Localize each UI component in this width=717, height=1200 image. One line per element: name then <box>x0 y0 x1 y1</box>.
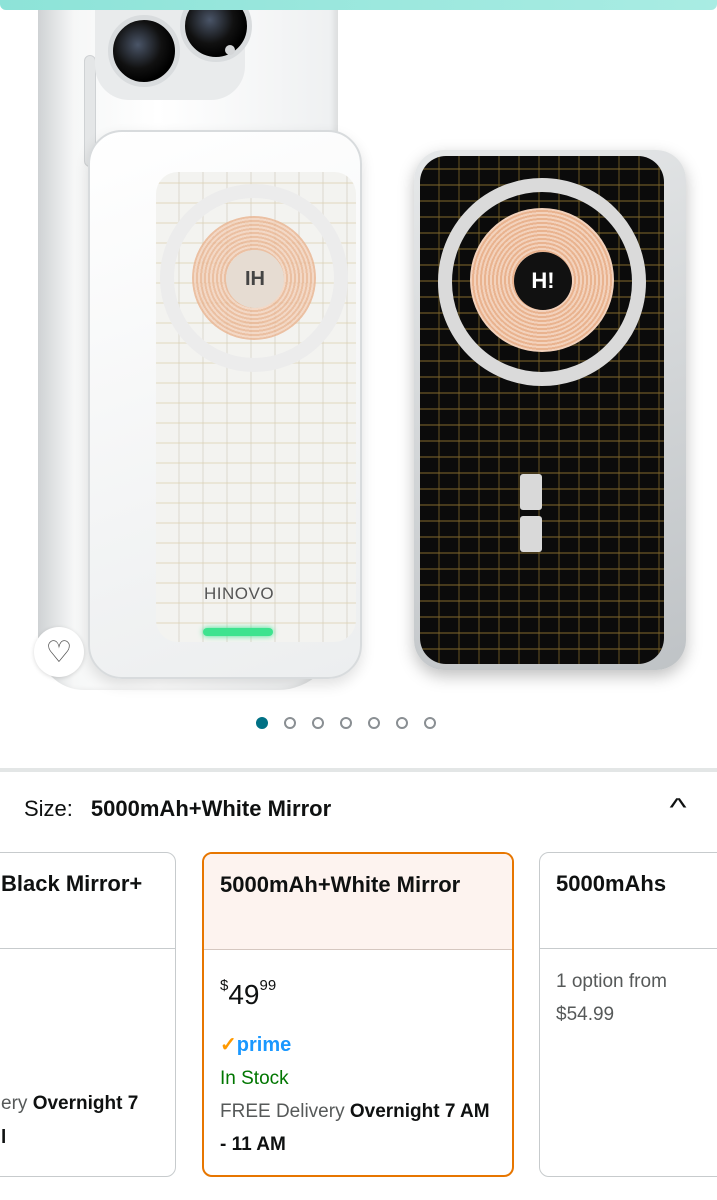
option-title: 5000mAh+White Mirror <box>204 854 512 950</box>
white-power-bank-face: IH <box>156 172 356 642</box>
stock-status: In Stock <box>220 1068 289 1089</box>
option-title: 5000mAhs <box>540 853 717 949</box>
led-indicator <box>203 628 273 636</box>
size-selected-value: 5000mAh+White Mirror <box>90 796 332 821</box>
size-option-card-5000mahs[interactable]: 5000mAhs 1 option from $54.99 <box>539 852 717 1177</box>
white-power-bank: IH HINOVO <box>88 130 362 679</box>
pagination-dot-active[interactable] <box>256 717 268 729</box>
size-option-card-black-mirror[interactable]: +Black Mirror ery Overnight 7 l <box>0 852 176 1177</box>
coil-center-logo: IH <box>226 250 284 308</box>
pagination-dot[interactable] <box>340 717 352 729</box>
option-delivery-line2: l <box>1 1127 7 1148</box>
size-option-card-white-mirror[interactable]: 5000mAh+White Mirror $4999 ✓prime In Sto… <box>202 852 514 1177</box>
pagination-dot[interactable] <box>368 717 380 729</box>
wishlist-heart-icon[interactable]: ♡ <box>34 627 84 677</box>
option-delivery: ery Overnight 7 <box>1 1093 139 1114</box>
product-image-gallery[interactable]: IH HINOVO H! <box>0 10 717 700</box>
option-delivery: FREE Delivery Overnight 7 AM - 11 AM <box>220 1101 490 1155</box>
pagination-dot[interactable] <box>424 717 436 729</box>
pagination-dot[interactable] <box>396 717 408 729</box>
circuit-chip <box>520 516 542 552</box>
coil-center-logo: H! <box>514 252 572 310</box>
camera-lens <box>108 15 180 87</box>
size-selector-header[interactable]: Size: 5000mAh+White Mirror ^ <box>24 792 694 826</box>
brand-logo: HINOVO <box>204 584 275 603</box>
circuit-chip <box>520 474 542 510</box>
pagination-dot[interactable] <box>312 717 324 729</box>
option-title: +Black Mirror <box>0 853 175 949</box>
black-power-bank-face: H! <box>420 156 664 664</box>
prime-badge: ✓prime <box>220 1034 292 1056</box>
camera-flash <box>225 45 235 55</box>
option-price: $4999 <box>220 977 277 1010</box>
image-pagination-dots[interactable] <box>256 717 436 729</box>
black-power-bank: H! <box>414 150 686 670</box>
pagination-dot[interactable] <box>284 717 296 729</box>
top-strip <box>0 0 717 10</box>
section-divider <box>0 768 717 772</box>
chevron-up-icon[interactable]: ^ <box>669 792 686 823</box>
size-label: Size: <box>24 796 73 821</box>
option-from-price: $54.99 <box>556 1004 615 1025</box>
option-availability: 1 option from <box>556 971 667 992</box>
prime-check-icon: ✓ <box>220 1034 237 1056</box>
